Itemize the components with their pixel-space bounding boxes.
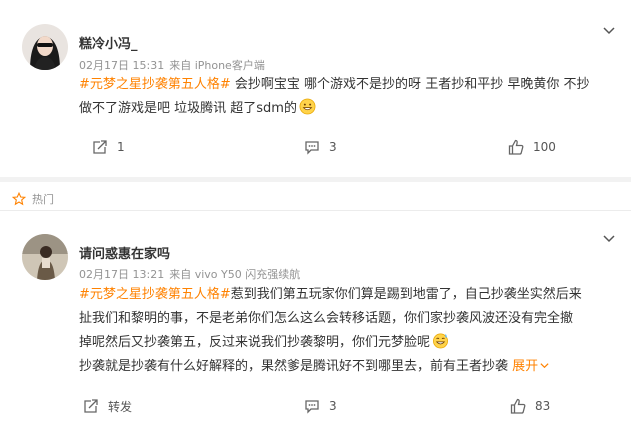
forward-button[interactable]: 转发 <box>82 395 132 417</box>
comment-source: 来自 iPhone客户端 <box>169 59 265 72</box>
sweat-laugh-emoji-icon <box>432 332 449 349</box>
hashtag-link[interactable]: #元梦之星抄袭第五人格# <box>79 287 231 302</box>
share-icon <box>93 140 107 154</box>
forward-count: 1 <box>117 140 125 154</box>
expand-link[interactable]: 展开 <box>512 359 550 374</box>
hashtag-link[interactable]: #元梦之星抄袭第五人格# <box>79 77 231 92</box>
comment-count: 3 <box>329 399 337 413</box>
comment-meta: 02月17日 13:21 来自 vivo Y50 闪充强续航 <box>79 266 300 282</box>
forward-button[interactable]: 1 <box>91 136 125 158</box>
text-line: 惹到我们第五玩家你们算是踢到地雷了，自己抄袭坐实然后来 <box>230 287 582 302</box>
chevron-down-icon[interactable] <box>601 230 617 246</box>
comment-icon <box>305 141 319 155</box>
comment-date: 02月17日 15:31 <box>79 59 165 72</box>
text-line: 扯我们和黎明的事，不是老弟你们怎么这么会转移话题，你们家抄袭风波还没有完全撤 <box>79 311 574 326</box>
comment-button[interactable]: 3 <box>303 395 337 417</box>
star-icon <box>12 192 26 206</box>
comment-card: 热门 请问惑惠在家吗 02月17日 13:21 来自 vivo Y50 闪充强续航… <box>0 182 631 433</box>
share-icon <box>84 399 98 413</box>
like-button[interactable]: 100 <box>507 136 556 158</box>
avatar[interactable] <box>22 24 68 70</box>
text-line: 掉呢然后又抄袭第五，反过来说我们抄袭黎明，你们元梦脸呢 <box>79 335 431 350</box>
grin-emoji-icon <box>299 98 316 115</box>
chevron-down-icon <box>540 363 549 369</box>
comment-icon <box>305 400 319 414</box>
like-count: 83 <box>535 399 551 413</box>
comment-meta: 02月17日 15:31 来自 iPhone客户端 <box>79 57 265 73</box>
comment-count: 3 <box>329 140 337 154</box>
action-bar: 转发 3 83 <box>0 395 631 417</box>
hot-label: 热门 <box>32 193 54 206</box>
author-name[interactable]: 请问惑惠在家吗 <box>79 243 170 262</box>
thumbs-up-icon <box>508 139 524 155</box>
action-bar: 1 3 100 <box>0 136 631 158</box>
comment-text: #元梦之星抄袭第五人格# 会抄啊宝宝 哪个游戏不是抄的呀 王者抄和平抄 早晚黄你… <box>79 73 619 121</box>
comment-text: #元梦之星抄袭第五人格#惹到我们第五玩家你们算是踢到地雷了，自己抄袭坐实然后来 … <box>79 283 619 379</box>
comment-source: 来自 vivo Y50 闪充强续航 <box>169 268 301 281</box>
thumbs-up-icon <box>510 398 526 414</box>
comment-card: 糕冷小冯_ 02月17日 15:31 来自 iPhone客户端 #元梦之星抄袭第五… <box>0 0 631 177</box>
like-count: 100 <box>533 140 556 154</box>
hot-section-label: 热门 <box>12 190 54 208</box>
chevron-down-icon[interactable] <box>601 22 617 38</box>
expand-label: 展开 <box>512 359 539 374</box>
divider <box>0 210 631 211</box>
like-button[interactable]: 83 <box>509 395 550 417</box>
author-name[interactable]: 糕冷小冯_ <box>79 33 138 52</box>
text-line: 抄袭就是抄袭有什么好解释的，果然爹是腾讯好不到哪里去，前有王者抄袭 <box>79 359 513 374</box>
comment-date: 02月17日 13:21 <box>79 268 165 281</box>
text-line: 会抄啊宝宝 哪个游戏不是抄的呀 王者抄和平抄 早晚黄你 不抄 <box>230 77 590 92</box>
comment-button[interactable]: 3 <box>303 136 337 158</box>
avatar[interactable] <box>22 234 68 280</box>
text-line: 做不了游戏是吧 垃圾腾讯 超了sdm的 <box>79 101 297 116</box>
forward-label: 转发 <box>108 399 133 414</box>
